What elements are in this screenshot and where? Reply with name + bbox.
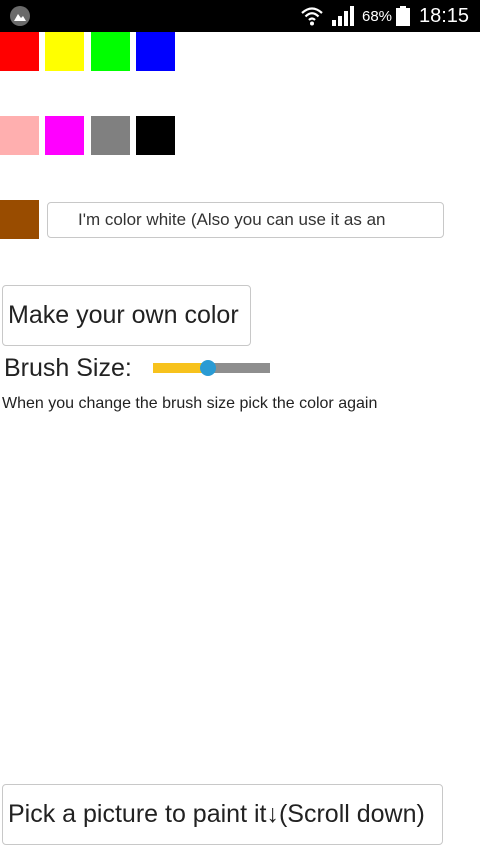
swatch-magenta[interactable] <box>45 116 84 155</box>
swatch-black[interactable] <box>136 116 175 155</box>
brush-size-label: Brush Size: <box>4 354 132 382</box>
make-own-color-button[interactable]: Make your own color <box>2 285 251 346</box>
status-bar: 68% 18:15 <box>0 0 480 32</box>
brush-size-slider[interactable] <box>153 360 270 376</box>
slider-thumb[interactable] <box>200 360 216 376</box>
swatch-gray[interactable] <box>91 116 130 155</box>
battery-icon <box>396 6 410 31</box>
clock: 18:15 <box>419 5 470 27</box>
swatch-blue[interactable] <box>136 32 175 71</box>
swatch-green[interactable] <box>91 32 130 71</box>
brush-size-note: When you change the brush size pick the … <box>2 395 378 412</box>
swatch-red[interactable] <box>0 32 39 71</box>
signal-icon <box>332 6 356 31</box>
app-notification-icon <box>10 6 30 26</box>
battery-percent: 68% <box>362 8 393 25</box>
swatch-pink[interactable] <box>0 116 39 155</box>
white-color-button[interactable]: I'm color white (Also you can use it as … <box>47 202 444 238</box>
swatch-brown[interactable] <box>0 200 39 239</box>
swatch-yellow[interactable] <box>45 32 84 71</box>
pick-picture-button[interactable]: Pick a picture to paint it↓(Scroll down) <box>2 784 443 845</box>
wifi-icon <box>300 5 324 32</box>
